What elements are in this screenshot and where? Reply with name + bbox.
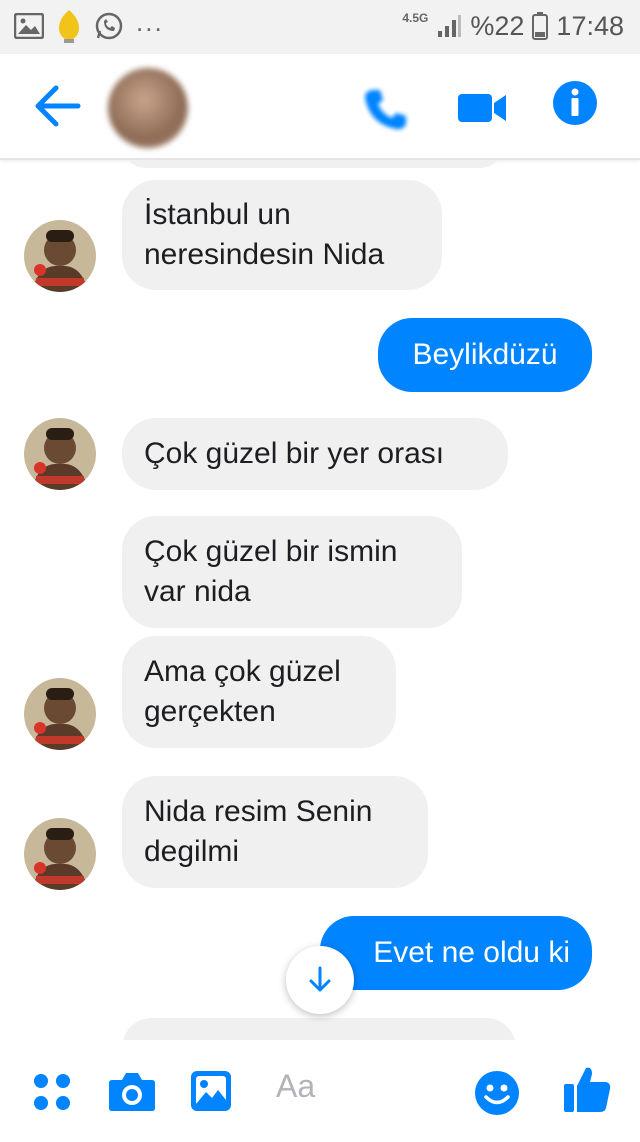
info-button[interactable] (552, 80, 598, 126)
clock: 17:48 (556, 10, 624, 41)
message-list[interactable]: İstanbul un neresindesin Nida Beylikdüzü… (0, 160, 640, 1040)
phone-icon (365, 90, 406, 130)
apps-grid-icon (34, 1074, 70, 1110)
battery-icon (532, 12, 549, 40)
arrow-down-icon (309, 966, 331, 992)
message-bubble[interactable]: Beylikdüzü (378, 318, 592, 392)
thumbs-up-icon (564, 1067, 611, 1112)
image-icon (191, 1071, 231, 1111)
message-bubble[interactable]: Çok güzel bir ismin var nida (122, 516, 462, 628)
scroll-to-bottom-button[interactable] (286, 946, 354, 1014)
signal-icon (436, 13, 462, 39)
gallery-icon (14, 13, 44, 39)
video-camera-icon (458, 94, 506, 122)
battery-percent: %22 (470, 10, 525, 41)
overflow-indicator: ... (136, 6, 164, 37)
conversation-header (0, 54, 640, 160)
emoji-icon (475, 1071, 519, 1115)
sender-avatar[interactable] (24, 418, 96, 490)
message-bubble-partial (122, 160, 504, 168)
message-bubble[interactable]: Çok güzel bir yer orası (122, 418, 508, 490)
contact-avatar[interactable] (108, 68, 188, 148)
back-arrow-icon (35, 85, 81, 127)
message-bubble[interactable]: Ama çok güzel gerçekten (122, 636, 396, 748)
status-bar: ... 4.5G %22 17:48 (0, 0, 640, 54)
composer-bar: Aa (0, 1040, 640, 1142)
camera-button[interactable] (108, 1070, 156, 1117)
message-bubble[interactable]: Nida resim Senin degilmi (122, 776, 428, 888)
call-button[interactable] (360, 84, 410, 134)
contact-status (220, 118, 320, 140)
apps-grid-button[interactable] (32, 1072, 72, 1117)
message-input[interactable]: Aa (276, 1068, 315, 1105)
sender-avatar[interactable] (24, 818, 96, 890)
status-bar-right: 4.5G %22 17:48 (402, 8, 624, 44)
camera-icon (109, 1073, 155, 1111)
info-icon (553, 81, 597, 125)
status-bar-left: ... (14, 6, 164, 44)
back-button[interactable] (30, 82, 82, 130)
message-bubble-partial (122, 1018, 516, 1040)
whatsapp-icon (94, 11, 124, 41)
gallery-button[interactable] (190, 1070, 232, 1117)
sender-avatar[interactable] (24, 678, 96, 750)
emoji-button[interactable] (474, 1070, 520, 1121)
like-button[interactable] (562, 1064, 612, 1119)
message-bubble[interactable]: İstanbul un neresindesin Nida (122, 180, 442, 290)
message-bubble[interactable]: Evet ne oldu ki (320, 916, 592, 990)
lightbulb-icon (56, 8, 82, 44)
video-call-button[interactable] (456, 88, 510, 128)
sender-avatar[interactable] (24, 220, 96, 292)
network-type: 4.5G (402, 11, 429, 25)
contact-name[interactable] (206, 76, 326, 106)
